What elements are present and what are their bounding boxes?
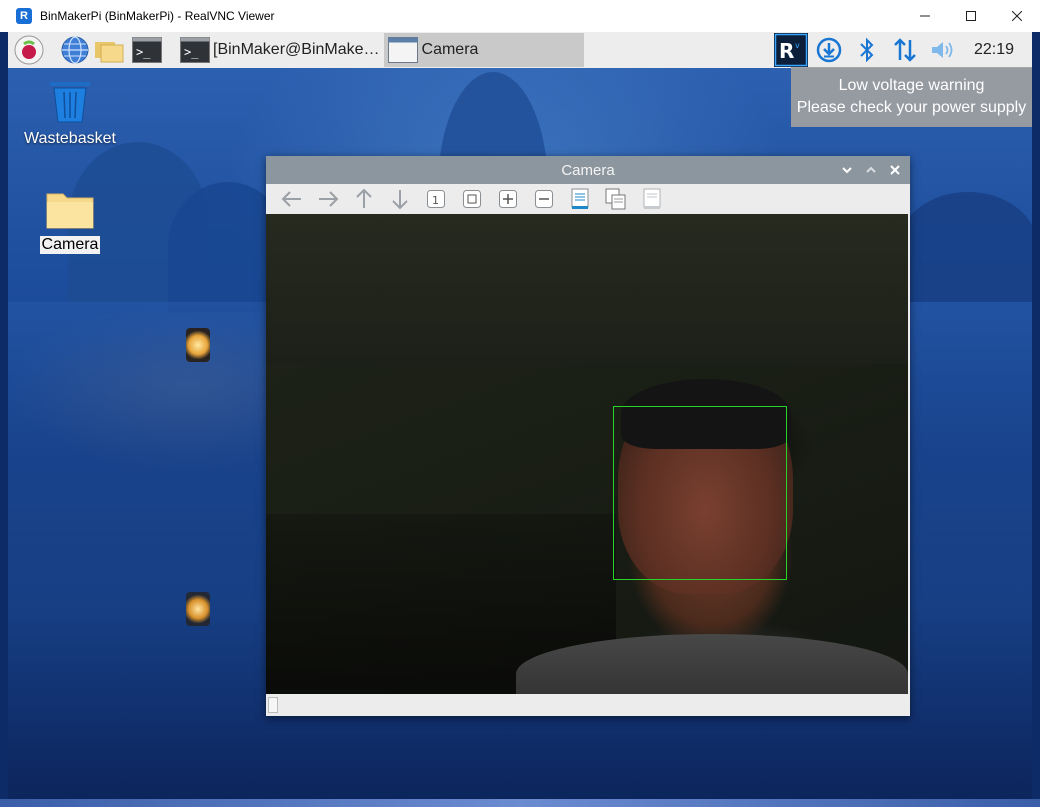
camera-toolbar: 1 [266, 184, 910, 214]
clock[interactable]: 22:19 [974, 41, 1014, 59]
lantern-icon [186, 328, 210, 362]
terminal-icon[interactable]: >_ [130, 33, 164, 67]
status-grip[interactable] [268, 697, 278, 713]
arrow-right-icon[interactable] [310, 185, 346, 213]
network-icon[interactable] [886, 32, 924, 68]
task-camera[interactable]: Camera [383, 33, 584, 67]
desktop-icon-camera-folder[interactable]: Camera [22, 190, 118, 254]
properties-icon[interactable] [634, 185, 670, 213]
zoom-in-icon[interactable] [490, 185, 526, 213]
realvnc-icon: R [16, 8, 32, 24]
zoom-out-icon[interactable] [526, 185, 562, 213]
close-icon[interactable] [886, 161, 904, 179]
svg-text:R: R [779, 39, 794, 63]
zoom-fit-icon[interactable] [454, 185, 490, 213]
vnc-icon[interactable]: R v [772, 32, 810, 68]
maximize-icon[interactable] [862, 161, 880, 179]
face-detection-box [613, 406, 787, 580]
notification-line1: Low voltage warning [838, 77, 985, 94]
camera-titlebar[interactable]: Camera [266, 156, 910, 184]
window-title: BinMakerPi (BinMakerPi) - RealVNC Viewer [40, 9, 275, 23]
file-manager-icon[interactable] [92, 33, 126, 67]
camera-window[interactable]: Camera 1 [266, 156, 910, 716]
host-taskbar-edge [0, 799, 1040, 807]
minimize-icon[interactable] [838, 161, 856, 179]
svg-text:>_: >_ [136, 45, 151, 59]
notification-line2: Please check your power supply [796, 99, 1027, 116]
arrow-left-icon[interactable] [274, 185, 310, 213]
volume-icon[interactable] [924, 32, 962, 68]
copy-icon[interactable] [598, 185, 634, 213]
low-voltage-notification[interactable]: Low voltage warning Please check your po… [791, 67, 1032, 127]
maximize-icon[interactable] [948, 0, 994, 32]
system-tray: R v 22:19 [772, 32, 1032, 68]
remote-desktop[interactable]: >_ >_ [BinMaker@BinMake… Camera R v 22:1… [8, 32, 1032, 799]
svg-text:1: 1 [432, 194, 439, 207]
desktop-icon-label: Wastebasket [24, 130, 116, 147]
arrow-down-icon[interactable] [382, 185, 418, 213]
minimize-icon[interactable] [902, 0, 948, 32]
raspberry-menu-icon[interactable] [12, 33, 46, 67]
svg-text:>_: >_ [184, 45, 199, 59]
web-browser-icon[interactable] [58, 33, 92, 67]
desktop-icon-label: Camera [39, 236, 101, 254]
task-terminal[interactable]: >_ [BinMaker@BinMake… [176, 33, 384, 67]
arrow-up-icon[interactable] [346, 185, 382, 213]
desktop-icon-wastebasket[interactable]: Wastebasket [22, 80, 118, 148]
ceiling-area [266, 214, 908, 364]
zoom-original-icon[interactable]: 1 [418, 185, 454, 213]
task-label: Camera [421, 41, 479, 58]
trash-icon [50, 82, 90, 123]
terminal-icon: >_ [180, 37, 210, 63]
camera-window-controls [838, 156, 904, 184]
close-icon[interactable] [994, 0, 1040, 32]
svg-text:v: v [795, 41, 800, 50]
bluetooth-icon[interactable] [848, 32, 886, 68]
camera-window-title: Camera [561, 161, 615, 179]
folder-icon [46, 193, 94, 229]
download-icon[interactable] [810, 32, 848, 68]
window-controls [902, 0, 1040, 32]
pi-taskbar: >_ >_ [BinMaker@BinMake… Camera R v 22:1… [8, 32, 1032, 68]
window-titlebar: R BinMakerPi (BinMakerPi) - RealVNC View… [0, 0, 1040, 32]
window-icon [387, 37, 418, 63]
save-icon[interactable] [562, 185, 598, 213]
camera-status-bar [266, 694, 908, 716]
lantern-reflection [186, 592, 210, 626]
task-label: [BinMaker@BinMake… [213, 41, 380, 58]
camera-feed [266, 214, 908, 694]
